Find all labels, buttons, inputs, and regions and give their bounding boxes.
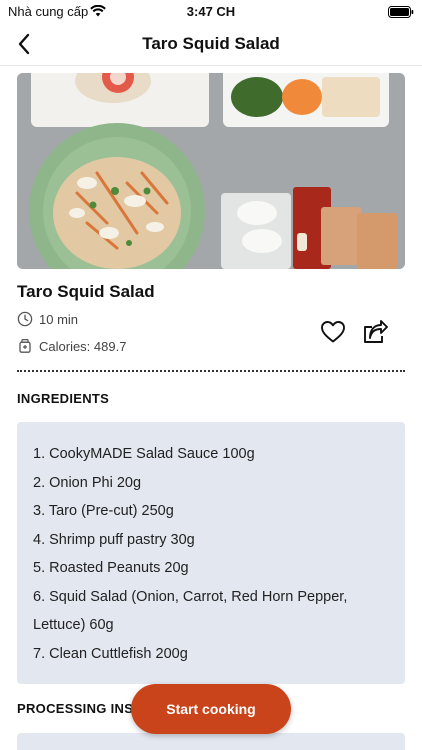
ingredient-item: 2. Onion Phi 20g: [33, 474, 142, 491]
nav-title: Taro Squid Salad: [142, 34, 280, 53]
recipe-photo: [17, 73, 405, 269]
share-button[interactable]: [360, 317, 390, 347]
share-icon: [364, 320, 388, 343]
clock-icon: [17, 311, 33, 327]
favorite-button[interactable]: [318, 317, 348, 347]
ingredient-item: 7. Clean Cuttlefish 200g: [33, 645, 188, 662]
status-bar: Nhà cung cấp 3:47 CH: [0, 0, 422, 22]
calorie-jar-icon: [19, 339, 31, 353]
recipe-title: Taro Squid Salad: [17, 282, 155, 301]
ingredient-item: 1. CookyMADE Salad Sauce 100g: [33, 446, 255, 462]
ingredients-list: 1. CookyMADE Salad Sauce 100g 2. Onion P…: [17, 422, 405, 684]
battery-icon: [388, 5, 414, 23]
cook-time: 10 min: [17, 311, 78, 327]
start-cooking-button[interactable]: Start cooking: [131, 684, 291, 734]
ingredient-item: 4. Shrimp puff pastry 30g: [33, 531, 195, 548]
calories-value: Calories: 489.7: [39, 338, 127, 354]
ingredient-item: 6. Squid Salad (Onion, Carrot, Red Horn …: [33, 588, 348, 634]
heart-icon: [321, 321, 345, 343]
cook-time-value: 10 min: [39, 311, 79, 327]
section-divider: [17, 370, 405, 372]
status-time: 3:47 CH: [186, 4, 236, 19]
calories: Calories: 489.7: [17, 338, 126, 354]
ingredient-item: 5. Roasted Peanuts 20g: [33, 560, 189, 576]
ingredient-item: 3. Taro (Pre-cut) 250g: [33, 503, 174, 519]
processing-heading: PROCESSING INS: [17, 701, 134, 716]
nav-bar: Taro Squid Salad: [0, 22, 422, 66]
processing-panel: [17, 733, 405, 750]
ingredients-heading: INGREDIENTS: [17, 391, 110, 406]
